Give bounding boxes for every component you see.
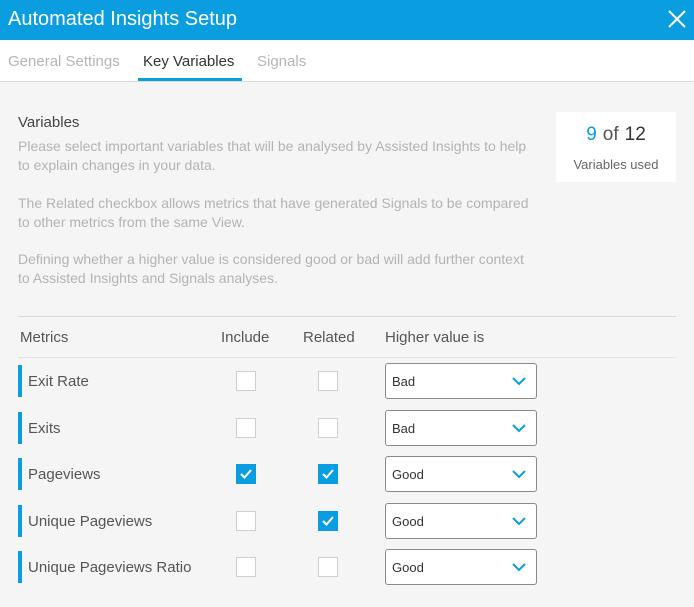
- counter-of-text: of: [602, 124, 619, 145]
- include-checkbox[interactable]: [236, 511, 256, 531]
- title-bar: Automated Insights Setup: [0, 0, 694, 40]
- table-row: Unique Pageviews Ratio Good: [18, 547, 678, 587]
- higher-value-selected: Good: [392, 467, 424, 482]
- tab-general-settings[interactable]: General Settings: [8, 53, 120, 70]
- chevron-down-icon: [512, 377, 526, 386]
- row-accent-bar: [18, 412, 22, 444]
- row-accent-bar: [18, 551, 22, 583]
- include-checkbox[interactable]: [236, 557, 256, 577]
- related-checkbox[interactable]: [318, 464, 338, 484]
- variables-total-count: 12: [624, 124, 646, 145]
- metric-name: Exit Rate: [28, 373, 89, 390]
- active-tab-indicator: [138, 78, 242, 81]
- table-header: Metrics Include Related Higher value is: [18, 316, 676, 358]
- window-title: Automated Insights Setup: [8, 8, 238, 30]
- metric-name: Pageviews: [28, 466, 101, 483]
- tab-key-variables[interactable]: Key Variables: [143, 53, 234, 70]
- header-higher-value: Higher value is: [385, 329, 485, 346]
- related-checkbox[interactable]: [318, 557, 338, 577]
- variables-used-counter: 9 of 12 Variables used: [556, 112, 676, 182]
- higher-value-selected: Good: [392, 560, 424, 575]
- include-checkbox[interactable]: [236, 371, 256, 391]
- metric-name: Exits: [28, 420, 61, 437]
- close-icon[interactable]: [666, 8, 688, 30]
- header-include: Include: [221, 329, 270, 346]
- include-checkbox[interactable]: [236, 418, 256, 438]
- higher-value-select[interactable]: Good: [385, 456, 537, 492]
- table-row: Pageviews Good: [18, 454, 678, 494]
- higher-value-select[interactable]: Bad: [385, 363, 537, 399]
- related-checkbox[interactable]: [318, 418, 338, 438]
- row-accent-bar: [18, 365, 22, 397]
- table-row: Exits Bad: [18, 408, 678, 448]
- higher-value-select[interactable]: Bad: [385, 410, 537, 446]
- chevron-down-icon: [512, 563, 526, 572]
- variables-used-count: 9: [586, 124, 597, 145]
- chevron-down-icon: [512, 517, 526, 526]
- table-row: Exit Rate Bad: [18, 361, 678, 401]
- related-checkbox[interactable]: [318, 511, 338, 531]
- related-checkbox[interactable]: [318, 371, 338, 391]
- chevron-down-icon: [512, 470, 526, 479]
- metric-name: Unique Pageviews: [28, 513, 153, 530]
- higher-value-select[interactable]: Good: [385, 503, 537, 539]
- chevron-down-icon: [512, 424, 526, 433]
- higher-value-selected: Good: [392, 514, 424, 529]
- table-row: Unique Pageviews Good: [18, 501, 678, 541]
- header-metrics: Metrics: [20, 329, 69, 346]
- variables-heading: Variables: [18, 114, 80, 131]
- header-related: Related: [303, 329, 355, 346]
- row-accent-bar: [18, 505, 22, 537]
- metric-name: Unique Pageviews Ratio: [28, 559, 192, 576]
- related-description: The Related checkbox allows metrics that…: [18, 195, 529, 230]
- include-checkbox[interactable]: [236, 464, 256, 484]
- higher-value-selected: Bad: [392, 374, 416, 389]
- row-accent-bar: [18, 458, 22, 490]
- higher-value-selected: Bad: [392, 421, 416, 436]
- tab-signals[interactable]: Signals: [257, 53, 306, 70]
- higher-value-description: Defining whether a higher value is consi…: [18, 251, 524, 286]
- variables-used-label: Variables used: [573, 157, 659, 172]
- higher-value-select[interactable]: Good: [385, 549, 537, 585]
- tab-bar: General Settings Key Variables Signals: [0, 40, 694, 82]
- variables-description: Please select important variables that w…: [18, 138, 527, 173]
